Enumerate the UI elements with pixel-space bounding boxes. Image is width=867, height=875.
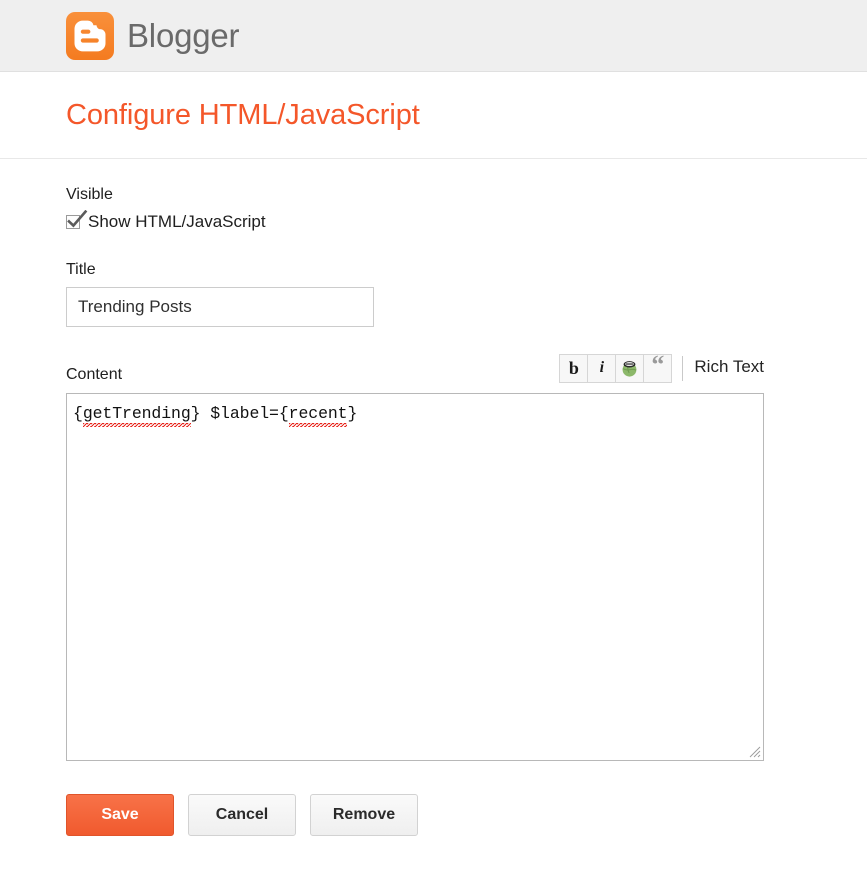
page-title: Configure HTML/JavaScript xyxy=(66,99,420,131)
rich-text-toggle[interactable]: Rich Text xyxy=(694,358,764,379)
blogger-logo-icon xyxy=(66,11,114,60)
textarea-resize-handle[interactable] xyxy=(747,744,761,758)
code-suffix: } xyxy=(347,403,358,423)
show-widget-checkbox-row[interactable]: Show HTML/JavaScript xyxy=(66,209,867,232)
italic-button[interactable]: i xyxy=(587,353,617,383)
link-globe-icon[interactable] xyxy=(615,353,645,383)
content-textarea[interactable]: {getTrending} $label={recent} xyxy=(66,392,764,761)
bold-button[interactable]: b xyxy=(559,353,589,383)
visible-field-group: Visible Show HTML/JavaScript xyxy=(66,185,867,232)
toolbar-divider xyxy=(682,355,684,381)
widget-config-form: Visible Show HTML/JavaScript Title Conte… xyxy=(0,159,867,836)
app-header: Blogger xyxy=(0,0,867,72)
save-button[interactable]: Save xyxy=(66,793,174,836)
brand-name: Blogger xyxy=(127,17,240,54)
code-middle: } $label={ xyxy=(190,403,289,423)
brand-logo[interactable]: Blogger xyxy=(66,11,240,60)
content-field-group: Content b i “ Rich Text {getTrending} $l… xyxy=(66,351,867,761)
title-label: Title xyxy=(66,261,96,279)
show-widget-checkbox-label: Show HTML/JavaScript xyxy=(88,212,266,232)
spellcheck-word-2: recent xyxy=(288,403,348,428)
content-label: Content xyxy=(66,366,123,384)
title-input[interactable] xyxy=(66,286,374,327)
page-title-section: Configure HTML/JavaScript xyxy=(0,72,867,159)
content-header-row: Content b i “ Rich Text xyxy=(66,351,764,385)
cancel-button[interactable]: Cancel xyxy=(188,793,296,836)
editor-toolbar: b i “ Rich Text xyxy=(559,351,764,385)
show-widget-checkbox[interactable] xyxy=(66,209,88,230)
checkmark-icon xyxy=(66,209,88,230)
content-textarea-value: {getTrending} $label={recent} xyxy=(67,394,763,428)
title-field-group: Title xyxy=(66,260,867,327)
remove-button[interactable]: Remove xyxy=(310,793,418,836)
spellcheck-word-1: getTrending xyxy=(82,403,191,428)
blockquote-button[interactable]: “ xyxy=(643,351,673,383)
visible-label: Visible xyxy=(66,185,113,203)
form-actions: Save Cancel Remove xyxy=(66,793,867,836)
code-prefix: { xyxy=(73,403,83,423)
